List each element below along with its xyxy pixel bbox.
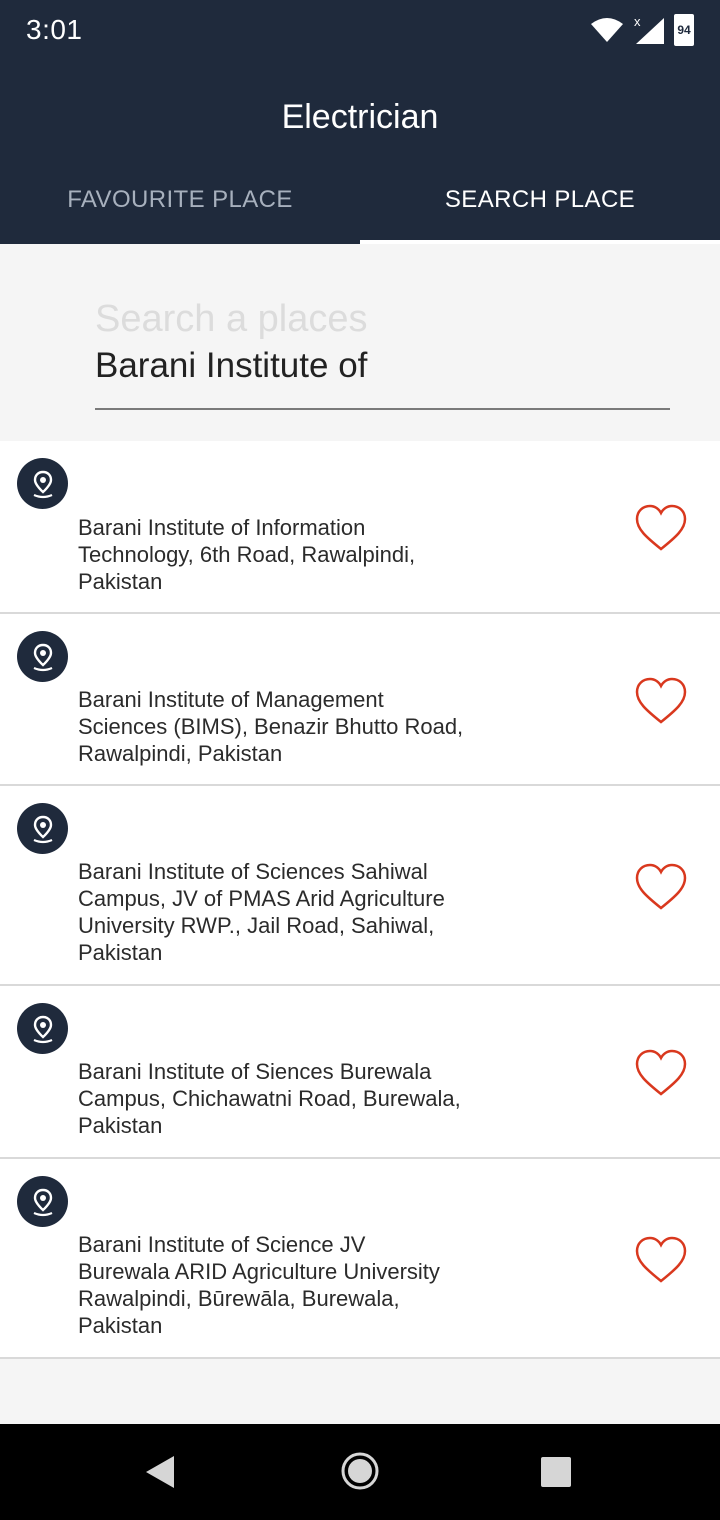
app-bar: Electrician FAVOURITE PLACE SEARCH PLACE: [0, 66, 720, 244]
battery-level: 94: [677, 23, 691, 37]
search-underline: [95, 408, 670, 410]
address-line: Campus, JV of PMAS Arid Agriculture: [78, 886, 445, 911]
address-line: Technology, 6th Road, Rawalpindi,: [78, 542, 416, 567]
back-icon[interactable]: [142, 1454, 178, 1490]
location-pin-icon: [17, 1176, 68, 1227]
place-address: Barani Institute of Siences Burewala Cam…: [78, 1058, 498, 1139]
status-time: 3:01: [26, 14, 83, 45]
address-line: Barani Institute of Science JV: [78, 1232, 366, 1257]
address-line: Burewala ARID Agriculture University: [78, 1259, 440, 1284]
address-line: Pakistan: [78, 569, 163, 594]
tab-search-place[interactable]: SEARCH PLACE: [360, 166, 720, 244]
heart-outline-icon[interactable]: [634, 862, 688, 912]
search-hint: Search a places: [95, 298, 368, 340]
status-bar: 3:01 x 94: [0, 0, 720, 66]
address-line: University RWP., Jail Road, Sahiwal,: [78, 913, 435, 938]
heart-outline-icon[interactable]: [634, 1235, 688, 1285]
status-icons: x 94: [590, 14, 694, 46]
place-address: Barani Institute of Management Sciences …: [78, 686, 498, 767]
tab-bar: FAVOURITE PLACE SEARCH PLACE: [0, 166, 720, 244]
address-line: Rawalpindi, Pakistan: [78, 741, 283, 766]
location-pin-icon: [17, 1003, 68, 1054]
wifi-icon: [591, 18, 623, 42]
list-item[interactable]: Barani Institute of Sciences Sahiwal Cam…: [0, 786, 720, 986]
search-input[interactable]: Barani Institute of: [95, 346, 367, 386]
list-item[interactable]: Barani Institute of Science JV Burewala …: [0, 1159, 720, 1359]
address-line: Barani Institute of Information: [78, 515, 366, 540]
tab-label: SEARCH PLACE: [444, 186, 636, 213]
heart-outline-icon[interactable]: [634, 1048, 688, 1098]
page-title: Electrician: [281, 98, 439, 136]
address-line: Pakistan: [78, 1113, 163, 1138]
location-pin-icon: [17, 458, 68, 509]
address-line: Barani Institute of Management: [78, 687, 384, 712]
results-list: Barani Institute of Information Technolo…: [0, 441, 720, 1359]
location-pin-icon: [17, 631, 68, 682]
list-item[interactable]: Barani Institute of Information Technolo…: [0, 441, 720, 614]
place-address: Barani Institute of Sciences Sahiwal Cam…: [78, 858, 498, 966]
location-pin-icon: [17, 803, 68, 854]
address-line: Pakistan: [78, 1313, 163, 1338]
address-line: Barani Institute of Sciences Sahiwal: [78, 859, 428, 884]
tab-favourite-place[interactable]: FAVOURITE PLACE: [0, 166, 360, 244]
heart-outline-icon[interactable]: [634, 676, 688, 726]
address-line: Barani Institute of Siences Burewala: [78, 1059, 432, 1084]
navigation-bar: [0, 1424, 720, 1520]
address-line: Rawalpindi, Būrewāla, Burewala,: [78, 1286, 400, 1311]
address-line: Pakistan: [78, 940, 163, 965]
place-address: Barani Institute of Science JV Burewala …: [78, 1231, 498, 1339]
tab-label: FAVOURITE PLACE: [67, 186, 293, 213]
recents-icon[interactable]: [540, 1456, 572, 1488]
svg-text:x: x: [634, 14, 641, 29]
address-line: Sciences (BIMS), Benazir Bhutto Road,: [78, 714, 464, 739]
list-item[interactable]: Barani Institute of Management Sciences …: [0, 614, 720, 786]
heart-outline-icon[interactable]: [634, 503, 688, 553]
battery-icon: 94: [674, 14, 694, 46]
list-item[interactable]: Barani Institute of Siences Burewala Cam…: [0, 986, 720, 1159]
home-icon[interactable]: [340, 1451, 380, 1491]
signal-icon: x: [634, 14, 664, 44]
search-area: Search a places Barani Institute of: [0, 244, 720, 440]
place-address: Barani Institute of Information Technolo…: [78, 514, 498, 595]
address-line: Campus, Chichawatni Road, Burewala,: [78, 1086, 461, 1111]
